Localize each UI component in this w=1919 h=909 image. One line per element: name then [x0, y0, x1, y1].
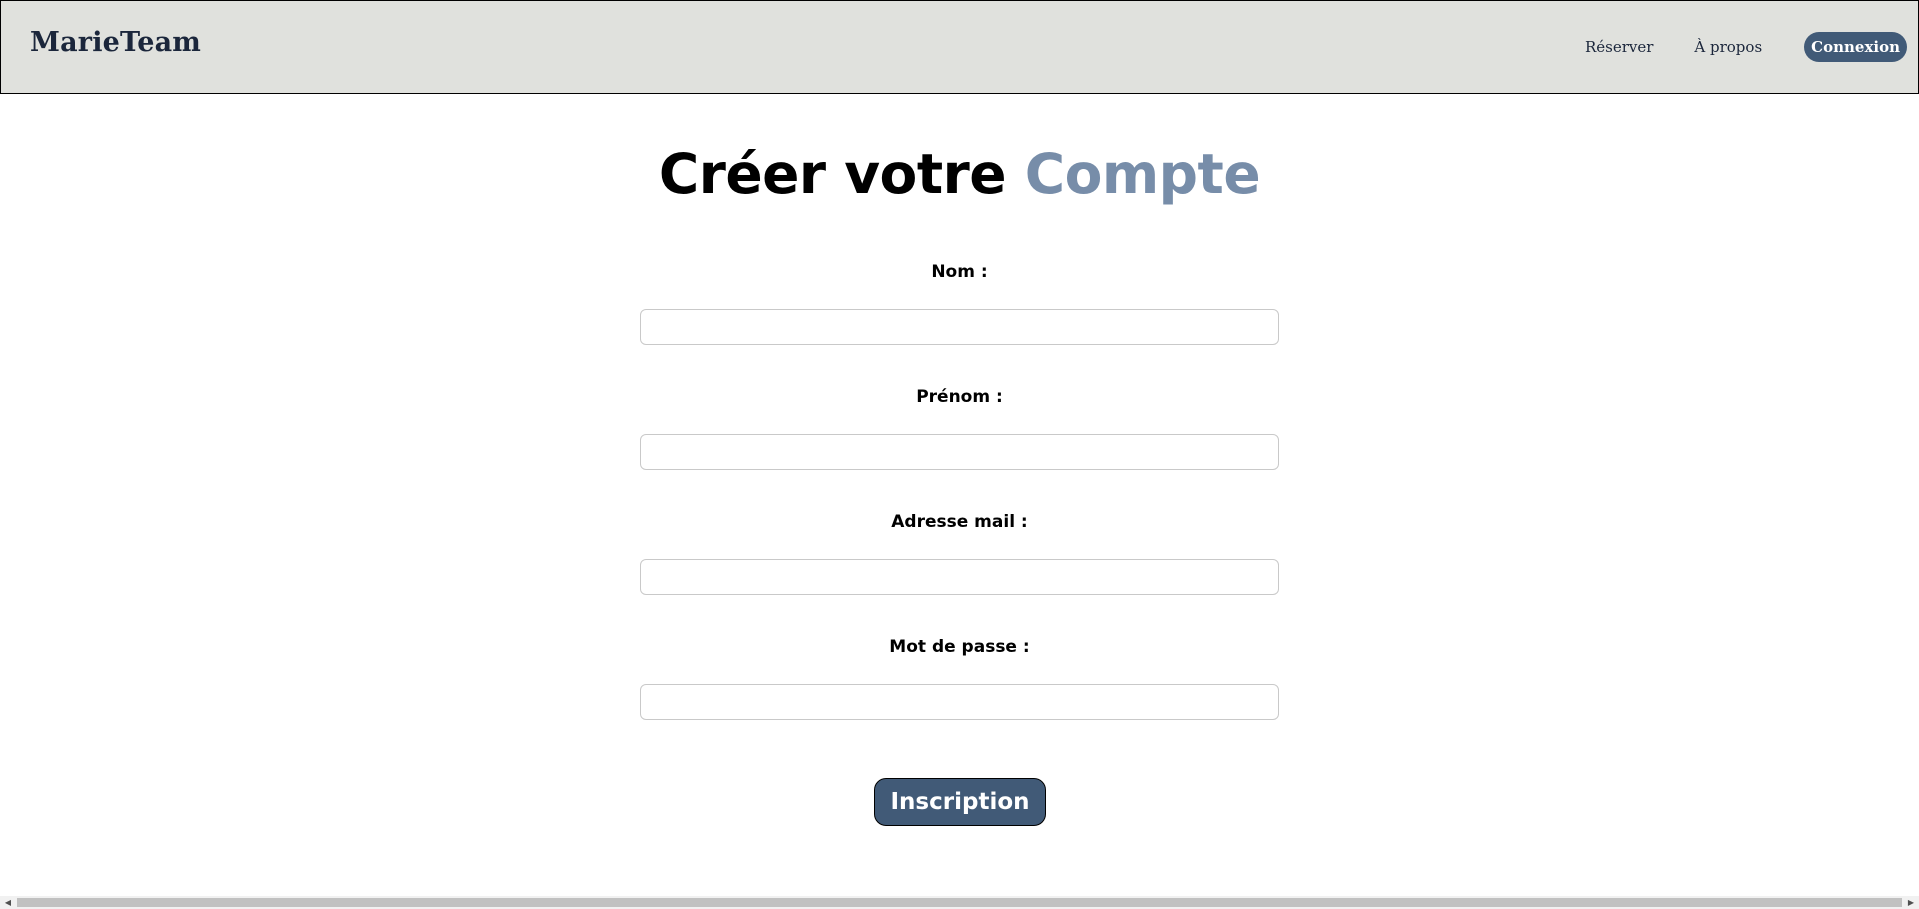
- email-input[interactable]: [640, 559, 1279, 595]
- login-button[interactable]: Connexion: [1804, 32, 1907, 62]
- page-title-main: Créer votre: [658, 142, 1025, 206]
- password-input[interactable]: [640, 684, 1279, 720]
- prenom-input[interactable]: [640, 434, 1279, 470]
- main-nav: Réserver À propos Connexion: [1585, 32, 1907, 62]
- prenom-label: Prénom :: [916, 387, 1003, 407]
- scroll-left-arrow-icon[interactable]: ◀: [0, 896, 16, 909]
- brand-logo[interactable]: MarieTeam: [30, 27, 201, 58]
- inscription-button[interactable]: Inscription: [874, 778, 1046, 826]
- site-header: MarieTeam Réserver À propos Connexion: [0, 0, 1919, 94]
- scrollbar-thumb[interactable]: [17, 898, 1902, 907]
- nav-link-reserver[interactable]: Réserver: [1585, 38, 1653, 56]
- page-title-accent: Compte: [1024, 142, 1261, 206]
- nom-input[interactable]: [640, 309, 1279, 345]
- nav-link-a-propos[interactable]: À propos: [1694, 38, 1762, 56]
- nom-label: Nom :: [931, 262, 988, 282]
- scroll-right-arrow-icon[interactable]: ▶: [1903, 896, 1919, 909]
- page-title: Créer votre Compte: [0, 142, 1919, 206]
- horizontal-scrollbar[interactable]: ◀ ▶: [0, 896, 1919, 909]
- email-label: Adresse mail :: [891, 512, 1028, 532]
- password-label: Mot de passe :: [889, 637, 1030, 657]
